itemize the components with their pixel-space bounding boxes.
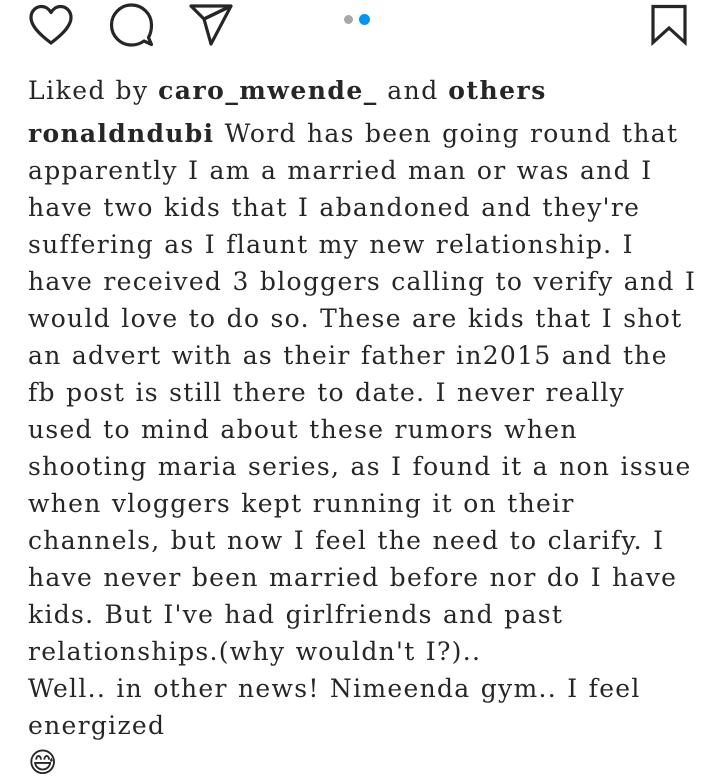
likes-connector: and [387, 76, 439, 105]
bookmark-icon [651, 4, 687, 46]
carousel-indicator [344, 12, 370, 26]
comment-button[interactable] [108, 2, 154, 48]
likes-others-link[interactable]: others [448, 76, 547, 105]
save-button[interactable] [646, 2, 692, 48]
like-button[interactable] [28, 2, 74, 48]
post-action-bar [0, 0, 720, 52]
heart-outline-icon [29, 4, 73, 45]
comment-bubble-icon [109, 3, 154, 47]
caption-text-2: Well.. in other news! Nimeenda gym.. I f… [28, 674, 641, 740]
share-button[interactable] [188, 2, 234, 48]
sweat-smile-emoji: 😅 [28, 746, 59, 779]
caption-text: Word has been going round that apparentl… [28, 119, 697, 666]
liked-by-username[interactable]: caro_mwende_ [158, 76, 378, 105]
post-caption: ronaldndubi Word has been going round th… [28, 115, 700, 782]
caption-paragraph-2: Well.. in other news! Nimeenda gym.. I f… [28, 670, 700, 744]
caption-paragraph: ronaldndubi Word has been going round th… [28, 115, 700, 670]
carousel-dot-active [359, 13, 370, 25]
carousel-dot [344, 14, 353, 24]
caption-emoji: 😅 [28, 744, 700, 782]
likes-summary: Liked by caro_mwende_ and others [28, 72, 698, 109]
caption-username[interactable]: ronaldndubi [28, 119, 214, 148]
paper-plane-icon [189, 4, 233, 46]
likes-prefix: Liked by [28, 76, 149, 105]
